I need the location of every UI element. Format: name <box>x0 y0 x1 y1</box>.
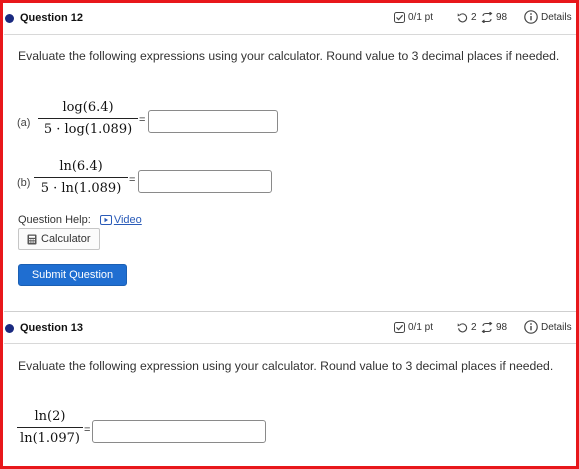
retry-icon <box>457 323 468 333</box>
details-link[interactable]: Details <box>524 320 572 334</box>
retries-count: 2 <box>471 12 477 23</box>
bullet-dot-icon <box>5 14 14 23</box>
points-text: 0/1 pt <box>408 12 434 23</box>
equals-sign: = <box>139 114 146 126</box>
answer-input[interactable] <box>92 420 266 443</box>
question-help: Question Help: Video <box>18 214 142 226</box>
points-text: 0/1 pt <box>408 322 434 333</box>
divider <box>4 34 576 35</box>
checkbox-score-icon <box>394 322 405 333</box>
answer-input-b[interactable] <box>138 170 272 193</box>
question-help-label: Question Help: <box>18 214 91 226</box>
equals-sign: = <box>129 174 136 186</box>
fraction-b-denominator: 5 · ln(1.089) <box>40 181 122 196</box>
details-text: Details <box>541 11 572 23</box>
retries[interactable]: 2 <box>457 322 477 333</box>
fraction-q13: ln(2) ln(1.097) <box>17 409 83 446</box>
fraction-a: log(6.4) 5 · log(1.089) <box>38 100 138 137</box>
question-12-header: Question 12 0/1 pt 2 98 Details <box>0 8 579 30</box>
part-b-label: (b) <box>17 177 31 189</box>
equals-sign: = <box>84 424 91 436</box>
info-icon <box>524 320 538 334</box>
part-a-label: (a) <box>17 117 31 129</box>
fraction-q13-numerator: ln(2) <box>34 409 66 424</box>
calculator-label: Calculator <box>41 233 91 245</box>
fraction-q13-denominator: ln(1.097) <box>20 431 80 446</box>
retries-count: 2 <box>471 322 477 333</box>
attempts-count: 98 <box>496 12 508 23</box>
section-divider <box>4 311 576 312</box>
submit-question-button[interactable]: Submit Question <box>18 264 127 286</box>
divider <box>4 343 576 344</box>
fraction-a-denominator: 5 · log(1.089) <box>43 122 133 137</box>
answer-input-a[interactable] <box>148 110 278 133</box>
details-text: Details <box>541 321 572 333</box>
info-icon <box>524 10 538 24</box>
video-icon <box>99 215 112 225</box>
question-title: Question 13 <box>20 322 83 334</box>
fraction-a-numerator: log(6.4) <box>62 100 114 115</box>
calculator-icon <box>27 234 37 244</box>
attempts-count: 98 <box>496 322 508 333</box>
retry-icon <box>457 13 468 23</box>
fraction-b-numerator: ln(6.4) <box>59 159 103 174</box>
video-link[interactable]: Video <box>114 214 142 226</box>
score: 0/1 pt <box>394 322 433 333</box>
attempts-icon <box>481 12 493 23</box>
details-link[interactable]: Details <box>524 10 572 24</box>
question-13-header: Question 13 0/1 pt 2 98 Details <box>0 318 579 340</box>
attempts: 98 <box>481 12 507 23</box>
fraction-b: ln(6.4) 5 · ln(1.089) <box>34 159 128 196</box>
attempts-icon <box>481 322 493 333</box>
score: 0/1 pt <box>394 12 433 23</box>
bullet-dot-icon <box>5 324 14 333</box>
question-prompt: Evaluate the following expressions using… <box>18 49 560 63</box>
question-prompt: Evaluate the following expression using … <box>18 359 554 373</box>
retries[interactable]: 2 <box>457 12 477 23</box>
attempts: 98 <box>481 322 507 333</box>
checkbox-score-icon <box>394 12 405 23</box>
question-title: Question 12 <box>20 12 83 24</box>
calculator-button[interactable]: Calculator <box>18 228 100 250</box>
